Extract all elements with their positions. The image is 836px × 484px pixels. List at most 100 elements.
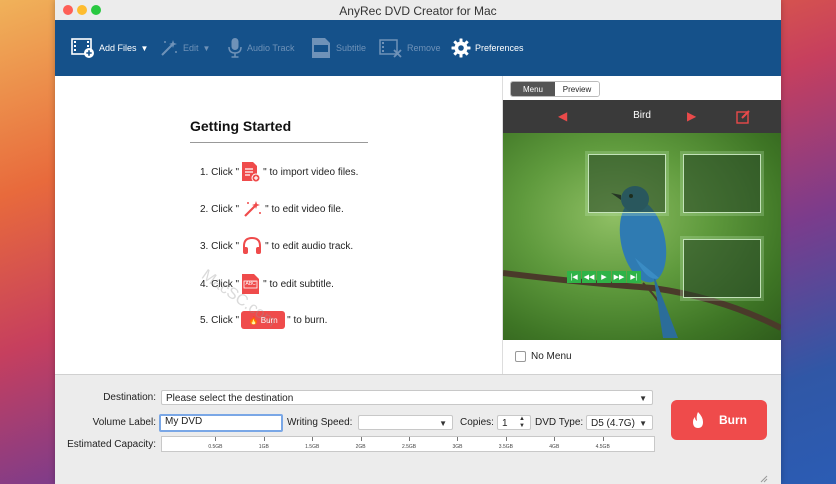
view-segmented-control: Menu Preview — [510, 81, 600, 97]
microphone-icon — [228, 38, 242, 58]
next-template-icon[interactable]: ▶ — [687, 109, 696, 123]
title-bar: AnyRec DVD Creator for Mac — [55, 0, 781, 21]
volume-label-input[interactable]: My DVD — [159, 414, 283, 432]
no-menu-option[interactable]: No Menu — [515, 351, 572, 362]
capacity-tick-label: 1.5GB — [305, 444, 320, 450]
step-2-suffix: " to edit video file. — [265, 203, 344, 215]
capacity-tick-label: 4GB — [549, 444, 560, 450]
preferences-label: Preferences — [475, 43, 524, 53]
edit-menu-icon[interactable] — [736, 109, 751, 124]
copies-value: 1 — [502, 418, 508, 429]
step-2-prefix: 2. Click " — [200, 203, 240, 215]
chapter-frame-2 — [683, 154, 761, 213]
copies-label: Copies: — [460, 417, 494, 428]
window-title: AnyRec DVD Creator for Mac — [339, 4, 497, 18]
chapter-frame-3 — [683, 239, 761, 298]
output-settings-panel: Destination: Please select the destinati… — [55, 374, 781, 484]
menu-template-nav: ◀ Bird ▶ — [503, 100, 781, 133]
edit-button[interactable]: Edit ▼ — [159, 20, 210, 76]
step-1-suffix: " to import video files. — [263, 166, 359, 178]
destination-select[interactable]: Please select the destination ▼ — [161, 390, 653, 405]
capacity-tick — [554, 437, 556, 441]
destination-label: Destination: — [103, 392, 156, 403]
menu-preview-image: |◀ ◀◀ ▶ ▶▶ ▶| — [503, 133, 781, 340]
capacity-tick — [263, 437, 265, 441]
tab-menu[interactable]: Menu — [511, 82, 555, 96]
volume-label-value: My DVD — [165, 416, 203, 427]
dvd-type-dropdown-icon: ▼ — [639, 419, 647, 428]
capacity-tick — [505, 437, 507, 441]
step-4-suffix: " to edit subtitle. — [263, 278, 334, 290]
step-2: 2. Click " " to edit video file. — [200, 198, 344, 220]
volume-label-label: Volume Label: — [92, 417, 156, 428]
resize-grip-icon[interactable] — [758, 473, 768, 483]
last-chapter-icon[interactable]: ▶| — [627, 271, 641, 283]
copies-stepper[interactable]: 1 ▲ ▼ — [497, 415, 531, 430]
step-1-prefix: 1. Click " — [200, 166, 240, 178]
step-5-prefix: 5. Click " — [200, 314, 240, 326]
main-toolbar: Add Files ▼ Edit ▼ Audio Track Subtitle … — [55, 20, 781, 76]
menu-preview-panel: Menu Preview ◀ Bird ▶ |◀ ◀◀ ▶ ▶▶ ▶| No M… — [503, 76, 781, 374]
magic-wand-red-icon — [241, 199, 263, 219]
add-file-icon — [241, 161, 261, 183]
capacity-tick-label: 3GB — [452, 444, 463, 450]
dvd-type-select[interactable]: D5 (4.7G) ▼ — [586, 415, 653, 430]
gear-icon — [451, 38, 471, 58]
dvd-type-label: DVD Type: — [535, 417, 584, 428]
capacity-tick — [215, 437, 217, 441]
no-menu-label: No Menu — [531, 351, 572, 362]
tab-preview[interactable]: Preview — [555, 82, 599, 96]
fast-forward-icon[interactable]: ▶▶ — [612, 271, 626, 283]
capacity-tick — [360, 437, 362, 441]
subtitle-label: Subtitle — [336, 43, 367, 53]
subtitle-button[interactable]: Subtitle — [310, 20, 366, 76]
destination-dropdown-icon: ▼ — [639, 394, 647, 403]
burn-button[interactable]: Burn — [671, 400, 767, 440]
capacity-tick — [457, 437, 459, 441]
remove-label: Remove — [407, 43, 441, 53]
film-remove-icon — [379, 39, 402, 58]
play-icon[interactable]: ▶ — [597, 271, 611, 283]
capacity-tick — [602, 437, 604, 441]
writing-speed-select[interactable]: ▼ — [358, 415, 453, 430]
capacity-tick-label: 3.5GB — [498, 444, 513, 450]
writing-speed-dropdown-icon: ▼ — [439, 419, 447, 428]
step-3: 3. Click " " to edit audio track. — [200, 235, 353, 257]
preferences-button[interactable]: Preferences — [451, 20, 524, 76]
remove-button[interactable]: Remove — [379, 20, 441, 76]
add-files-dropdown-icon: ▼ — [140, 43, 149, 53]
magic-wand-icon — [161, 40, 177, 56]
step-3-suffix: " to edit audio track. — [265, 240, 354, 252]
edit-dropdown-icon: ▼ — [202, 43, 211, 53]
audio-track-button[interactable]: Audio Track — [227, 20, 295, 76]
capacity-tick-label: 0.5GB — [208, 444, 223, 450]
capacity-tick-label: 1GB — [258, 444, 269, 450]
audio-track-label: Audio Track — [247, 43, 295, 53]
rewind-icon[interactable]: ◀◀ — [582, 271, 596, 283]
capacity-tick-label: 4.5GB — [595, 444, 610, 450]
dvd-type-value: D5 (4.7G) — [591, 418, 635, 429]
copies-stepper-icon[interactable]: ▲ ▼ — [519, 416, 525, 430]
subtitle-icon-text: ABC — [245, 281, 256, 287]
estimated-capacity-label: Estimated Capacity: — [67, 439, 156, 450]
add-files-label: Add Files — [99, 43, 137, 53]
title-divider — [190, 142, 368, 143]
app-window: AnyRec DVD Creator for Mac Add Files ▼ E… — [55, 0, 781, 484]
step-1: 1. Click " " to import video files. — [200, 161, 358, 183]
first-chapter-icon[interactable]: |◀ — [567, 271, 581, 283]
capacity-tick — [312, 437, 314, 441]
chapter-frame-1 — [588, 154, 666, 213]
capacity-bar: 0.5GB 1GB 1.5GB 2GB 2.5GB 3GB 3.5GB 4GB 4.5GB — [161, 436, 655, 452]
step-3-prefix: 3. Click " — [200, 240, 240, 252]
burn-label: Burn — [719, 413, 747, 427]
getting-started-title: Getting Started — [190, 118, 292, 134]
capacity-tick-label: 2.5GB — [401, 444, 417, 450]
capacity-tick-label: 2GB — [355, 444, 366, 450]
subtitle-icon — [312, 38, 330, 58]
add-files-button[interactable]: Add Files ▼ — [71, 20, 148, 76]
getting-started-panel: Getting Started 1. Click " " to import v… — [55, 76, 503, 374]
flame-icon — [693, 412, 703, 428]
no-menu-checkbox[interactable] — [515, 351, 526, 362]
headphones-icon — [241, 236, 263, 256]
menu-playback-controls: |◀ ◀◀ ▶ ▶▶ ▶| — [567, 271, 641, 283]
